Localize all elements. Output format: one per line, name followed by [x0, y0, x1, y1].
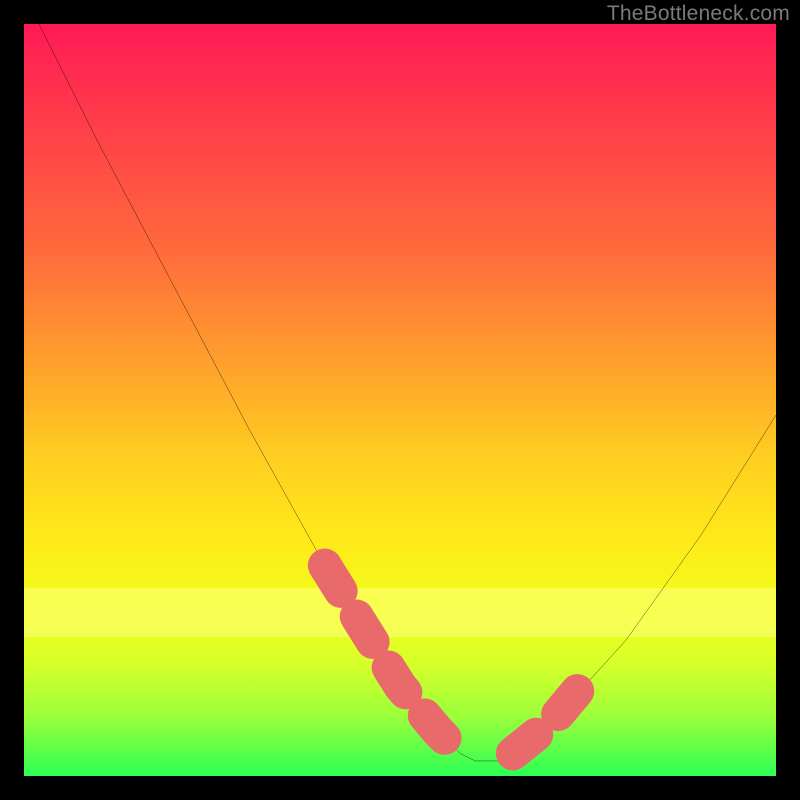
bottleneck-curve-line — [39, 24, 776, 761]
chart-frame: TheBottleneck.com — [0, 0, 800, 800]
chart-svg — [24, 24, 776, 776]
highlight-left-dashed — [325, 565, 460, 753]
plot-area — [24, 24, 776, 776]
watermark-label: TheBottleneck.com — [607, 2, 790, 26]
highlight-right-dashed — [513, 678, 588, 753]
